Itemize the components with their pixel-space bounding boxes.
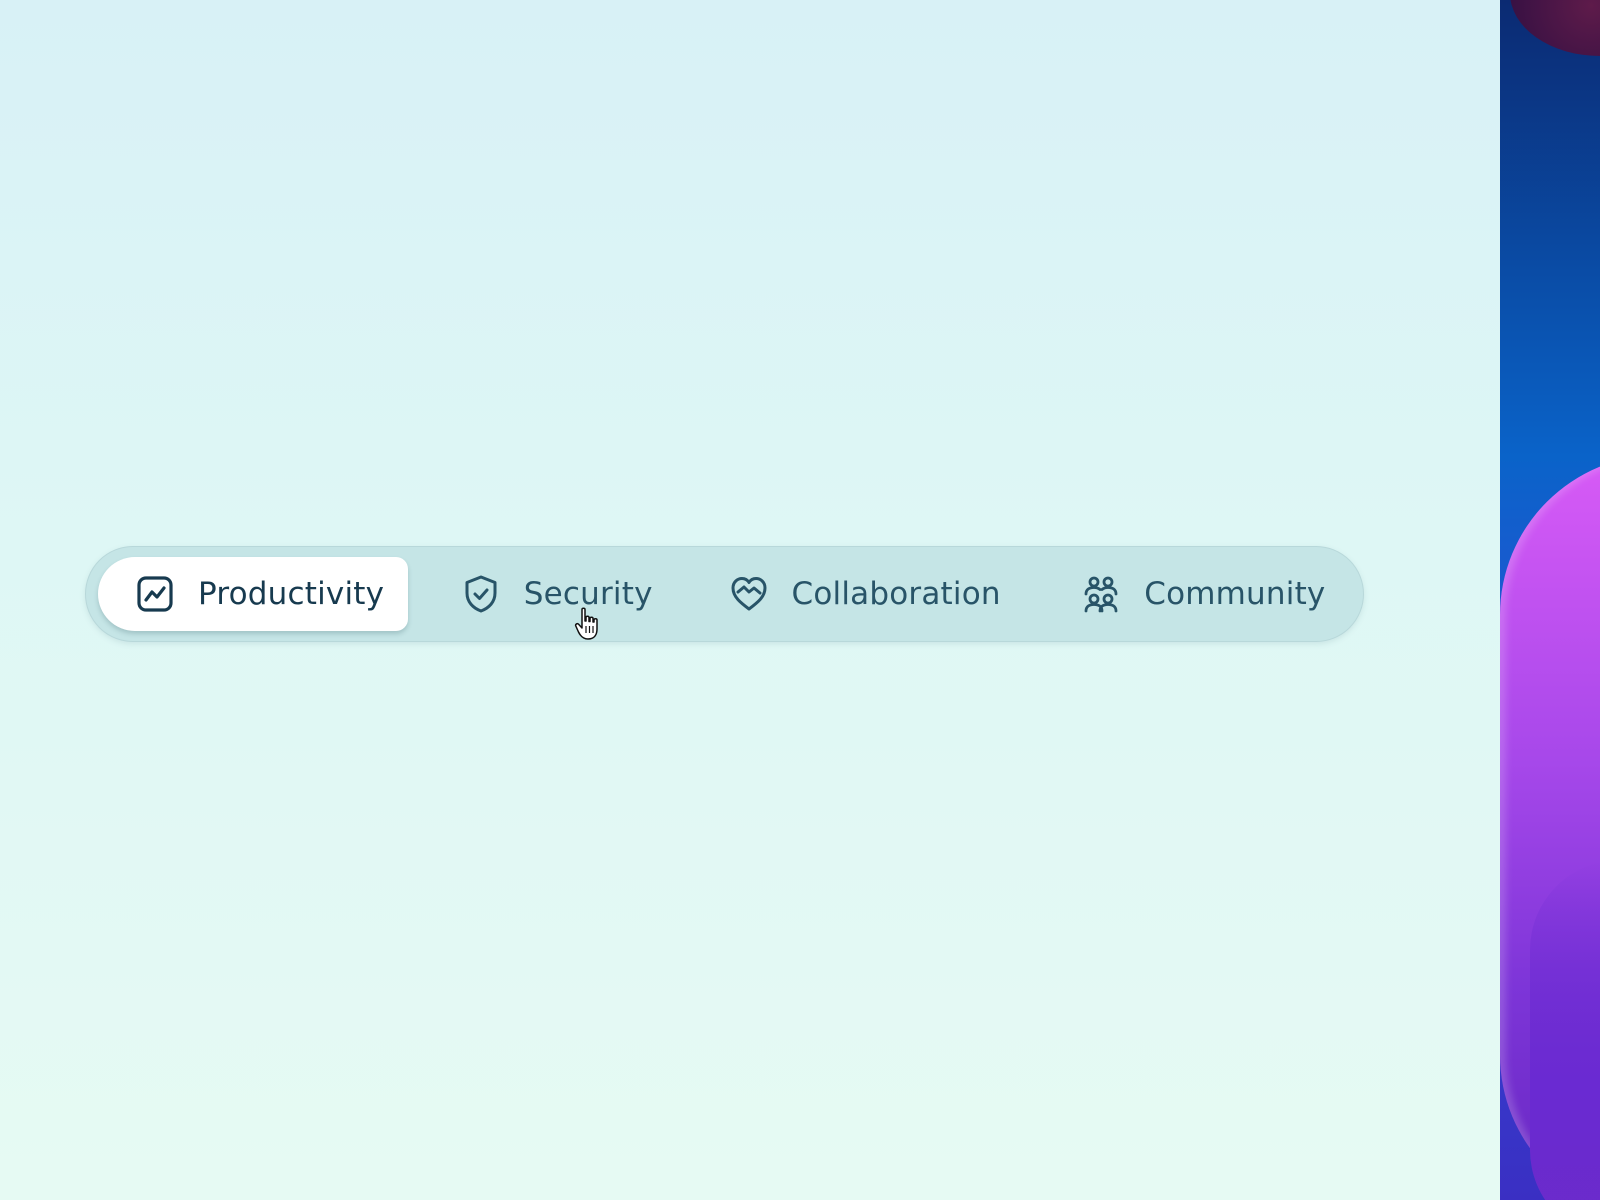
tab-label: Security xyxy=(523,576,653,612)
tab-label: Productivity xyxy=(198,576,385,612)
users-group-icon xyxy=(1081,574,1121,614)
wallpaper-shape xyxy=(1510,0,1600,56)
tab-bar: Productivity Security Collaboration Comm… xyxy=(85,546,1364,642)
tab-security[interactable]: Security xyxy=(408,557,690,631)
heart-handshake-icon xyxy=(729,574,769,614)
tab-productivity[interactable]: Productivity xyxy=(98,557,408,631)
tab-collaboration[interactable]: Collaboration xyxy=(690,557,1042,631)
shield-check-icon xyxy=(461,574,501,614)
tab-label: Collaboration xyxy=(791,576,1001,612)
chart-line-icon xyxy=(135,574,175,614)
desktop-wallpaper-edge xyxy=(1500,0,1600,1200)
tab-label: Community xyxy=(1144,576,1326,612)
page-background: Productivity Security Collaboration Comm… xyxy=(0,0,1500,1200)
tab-community[interactable]: Community xyxy=(1041,557,1351,631)
wallpaper-shape xyxy=(1530,860,1600,1200)
